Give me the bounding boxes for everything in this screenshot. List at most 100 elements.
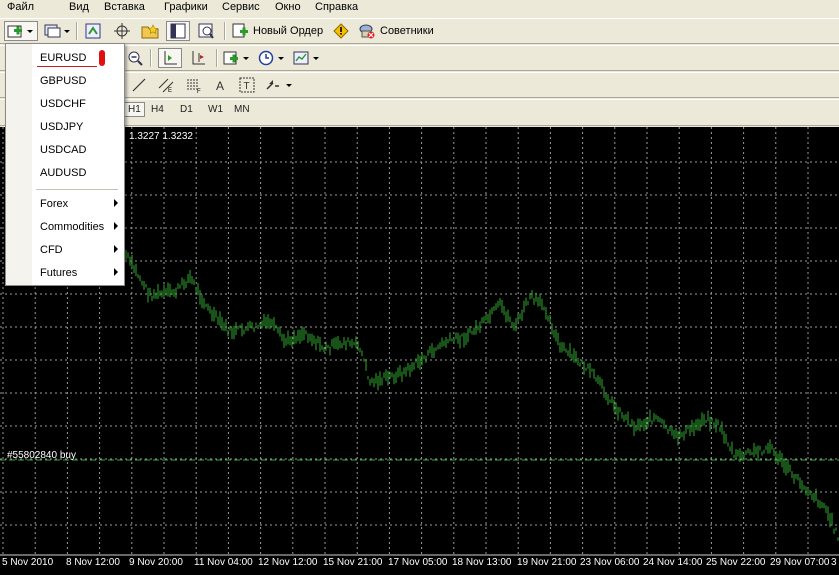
symbol-item-usdchf[interactable]: USDCHF <box>40 98 86 110</box>
profiles-icon <box>44 24 70 38</box>
order-line-label[interactable]: #55802840 buy <box>7 450 76 461</box>
experts-label: Советники <box>380 25 434 37</box>
menu-view[interactable]: Вид <box>69 1 89 13</box>
time-label: 12 Nov 12:00 <box>258 557 318 568</box>
time-label: 3 <box>831 557 837 568</box>
timeframe-d1[interactable]: D1 <box>180 104 193 115</box>
timeframe-h1[interactable]: H1 <box>124 102 145 117</box>
time-axis: 5 Nov 2010 8 Nov 12:00 9 Nov 20:00 11 No… <box>0 555 839 575</box>
submenu-arrow-icon <box>114 222 118 230</box>
group-item-commodities[interactable]: Commodities <box>40 221 104 233</box>
zoom-out-icon <box>128 51 143 66</box>
menu-bar: Файл Вид Вставка Графики Сервис Окно Спр… <box>0 0 839 16</box>
menu-tools[interactable]: Сервис <box>222 1 260 13</box>
trendline-icon <box>132 78 146 92</box>
time-label: 19 Nov 21:00 <box>517 557 577 568</box>
text-label-button[interactable]: T <box>236 75 258 95</box>
navigator-button[interactable] <box>138 21 162 41</box>
menu-file[interactable]: Файл <box>7 1 34 13</box>
market-watch-icon <box>85 23 101 39</box>
experts-icon <box>359 24 375 39</box>
indicators-button[interactable] <box>222 48 252 68</box>
svg-text:A: A <box>216 79 224 93</box>
submenu-arrow-icon <box>114 245 118 253</box>
svg-text:T: T <box>244 81 250 92</box>
time-label: 29 Nov 07:00 <box>770 557 830 568</box>
symbol-item-usdjpy[interactable]: USDJPY <box>40 121 83 133</box>
submenu-arrow-icon <box>114 268 118 276</box>
new-order-icon <box>232 23 248 38</box>
toolbar-separator <box>76 22 78 40</box>
time-label: 23 Nov 06:00 <box>580 557 640 568</box>
toolbar-standard: Новый Ордер Советники <box>0 18 839 44</box>
toolbar-separator <box>150 49 152 67</box>
timeframe-mn[interactable]: MN <box>234 104 250 115</box>
chart-shift-button[interactable] <box>186 48 210 68</box>
timeframe-w1[interactable]: W1 <box>208 104 223 115</box>
group-item-forex[interactable]: Forex <box>40 198 68 210</box>
time-label: 18 Nov 13:00 <box>452 557 512 568</box>
chart-canvas <box>0 127 839 556</box>
new-order-label: Новый Ордер <box>253 25 324 37</box>
symbol-item-gbpusd[interactable]: GBPUSD <box>40 75 86 87</box>
expert-advisors-button[interactable]: Советники <box>356 21 442 41</box>
arrows-button[interactable] <box>262 75 296 95</box>
strategy-tester-button[interactable] <box>194 21 218 41</box>
fibonacci-button[interactable]: F <box>182 75 206 95</box>
new-order-button[interactable]: Новый Ордер <box>229 21 327 41</box>
chart-price-header: 1.3227 1.3232 <box>129 131 193 142</box>
menu-gutter <box>6 44 32 285</box>
new-chart-button[interactable] <box>4 21 38 41</box>
text-button[interactable]: A <box>210 75 232 95</box>
menu-window[interactable]: Окно <box>275 1 301 13</box>
time-label: 15 Nov 21:00 <box>323 557 383 568</box>
arrows-icon <box>266 80 292 90</box>
hover-underline <box>37 66 97 67</box>
toolbar-separator <box>216 49 218 67</box>
toolbar-charts <box>0 45 839 71</box>
fibonacci-icon: F <box>187 79 201 93</box>
time-label: 8 Nov 12:00 <box>66 557 120 568</box>
symbol-item-usdcad[interactable]: USDCAD <box>40 144 86 156</box>
submenu-arrow-icon <box>114 199 118 207</box>
market-watch-button[interactable] <box>82 21 104 41</box>
toolbar-periodicity: H1 H4 D1 W1 MN <box>0 99 839 126</box>
chart-shift-icon <box>192 51 205 65</box>
symbol-item-audusd[interactable]: AUDUSD <box>40 167 86 179</box>
svg-text:F: F <box>197 89 201 93</box>
time-label: 9 Nov 20:00 <box>129 557 183 568</box>
indicators-icon <box>223 51 249 65</box>
toolbar-separator <box>224 22 226 40</box>
warning-diamond-icon <box>333 23 349 39</box>
periods-button[interactable] <box>256 48 288 68</box>
group-item-cfd[interactable]: CFD <box>40 244 63 256</box>
auto-scroll-icon <box>164 51 177 65</box>
templates-button[interactable] <box>292 48 322 68</box>
menu-charts[interactable]: Графики <box>164 1 208 13</box>
equidistant-channel-button[interactable]: E <box>154 75 178 95</box>
template-icon <box>293 51 319 65</box>
time-label: 17 Nov 05:00 <box>388 557 448 568</box>
cursor-marker-icon <box>99 50 105 66</box>
auto-scroll-button[interactable] <box>158 48 182 68</box>
terminal-icon <box>170 23 186 39</box>
symbol-item-eurusd[interactable]: EURUSD <box>40 52 86 64</box>
terminal-button[interactable] <box>166 21 190 41</box>
metaeditor-button[interactable] <box>330 21 352 41</box>
group-item-futures[interactable]: Futures <box>40 267 77 279</box>
time-label: 24 Nov 14:00 <box>643 557 703 568</box>
magnifier-chart-icon <box>198 23 214 39</box>
data-window-button[interactable] <box>110 21 134 41</box>
symbol-dropdown-menu: EURUSD GBPUSD USDCHF USDJPY USDCAD AUDUS… <box>5 43 125 286</box>
text-a-icon: A <box>216 79 224 93</box>
timeframe-h4[interactable]: H4 <box>151 104 164 115</box>
svg-text:E: E <box>168 88 172 93</box>
time-label: 11 Nov 04:00 <box>194 557 253 568</box>
menu-help[interactable]: Справка <box>315 1 358 13</box>
price-chart[interactable]: 1.3227 1.3232 #55802840 buy 5 Nov 2010 8… <box>0 127 839 575</box>
profiles-button[interactable] <box>42 21 72 41</box>
menu-insert[interactable]: Вставка <box>104 1 145 13</box>
trendline-button[interactable] <box>128 75 150 95</box>
zoom-out-button[interactable] <box>124 48 146 68</box>
menu-separator <box>36 189 118 190</box>
